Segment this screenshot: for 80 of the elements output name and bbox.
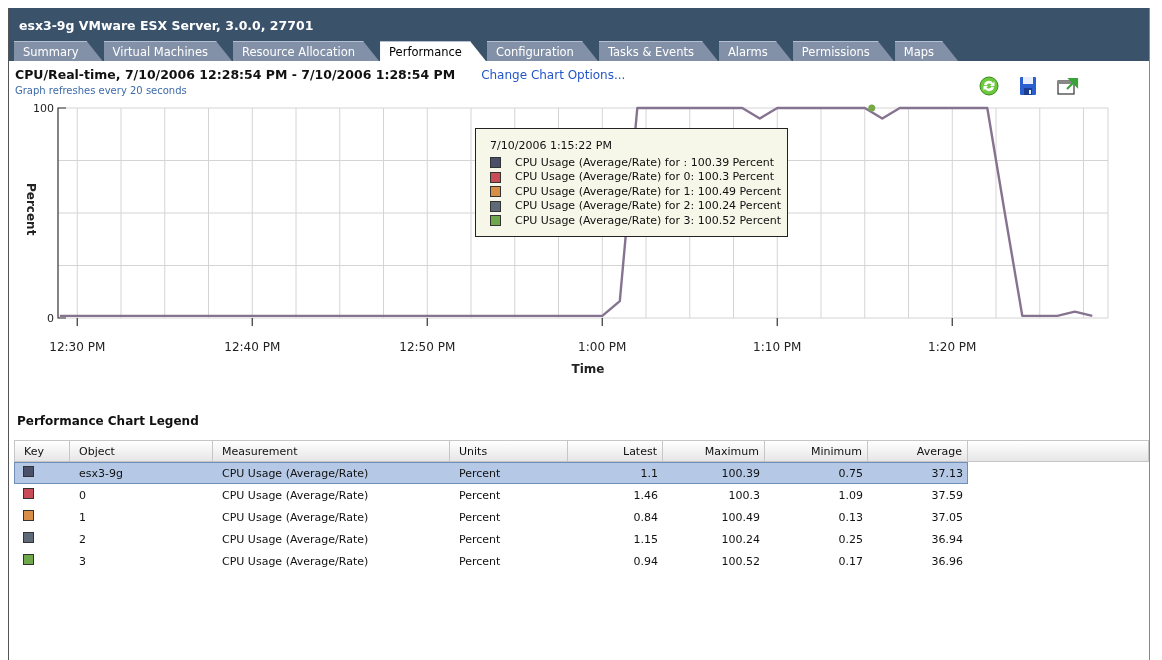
tooltip-text: CPU Usage (Average/Rate) for 3: 100.52 Percent: [515, 213, 781, 228]
hover-point: [868, 104, 876, 112]
column-header[interactable]: Units: [450, 440, 568, 462]
column-header[interactable]: Latest: [568, 440, 663, 462]
table-cell: 37.13: [931, 466, 963, 480]
table-cell: 100.39: [721, 466, 760, 480]
table-cell: 37.59: [931, 488, 963, 502]
table-cell: 36.96: [931, 554, 963, 568]
x-tick-label: 12:30 PM: [49, 340, 106, 354]
table-cell: 1.09: [838, 488, 863, 502]
column-header[interactable]: Measurement: [213, 440, 450, 462]
x-tick-label: 12:50 PM: [399, 340, 456, 354]
x-axis-title: Time: [571, 362, 605, 376]
table-cell: 0: [79, 488, 86, 502]
legend-row[interactable]: esx3-9g CPU Usage (Average/Rate) Percent 1.1 100.39 0.75 37.13: [14, 462, 968, 484]
tooltip-text: CPU Usage (Average/Rate) for : 100.39 Percent: [515, 155, 774, 170]
window-title: esx3-9g VMware ESX Server, 3.0.0, 27701: [18, 17, 315, 35]
table-cell: 36.94: [931, 532, 963, 546]
x-tick: [76, 317, 78, 327]
tooltip-time: 7/10/2006 1:15:22 PM: [490, 139, 613, 154]
y-tick-label: 100: [33, 102, 54, 115]
tab[interactable]: Performance: [380, 41, 486, 61]
y-tick-label: 0: [47, 312, 54, 325]
table-cell: CPU Usage (Average/Rate): [222, 466, 369, 480]
table-cell: CPU Usage (Average/Rate): [222, 532, 369, 546]
legend-row[interactable]: 2 CPU Usage (Average/Rate) Percent 1.15 100.24 0.25 36.94: [14, 528, 968, 550]
table-cell: 0.17: [838, 554, 863, 568]
legend-row[interactable]: 3 CPU Usage (Average/Rate) Percent 0.94 100.52 0.17 36.96: [14, 550, 968, 572]
table-cell: CPU Usage (Average/Rate): [222, 510, 369, 524]
legend-row[interactable]: 0 CPU Usage (Average/Rate) Percent 1.46 100.3 1.09 37.59: [14, 484, 968, 506]
table-cell: 0.84: [633, 510, 658, 524]
tooltip-text: CPU Usage (Average/Rate) for 1: 100.49 Percent: [515, 184, 781, 199]
change-options-link[interactable]: Change Chart Options...: [481, 68, 626, 82]
x-tick-label: 12:40 PM: [224, 340, 281, 354]
table-cell: 2: [79, 532, 86, 546]
table-cell: CPU Usage (Average/Rate): [222, 488, 369, 502]
table-cell: 100.24: [721, 532, 760, 546]
refresh-note: Graph refreshes every 20 seconds: [15, 85, 188, 96]
table-cell: CPU Usage (Average/Rate): [222, 554, 369, 568]
table-cell: 0.25: [838, 532, 863, 546]
table-cell: 100.3: [728, 488, 760, 502]
table-cell: 37.05: [931, 510, 963, 524]
save-icon[interactable]: [1019, 75, 1037, 96]
x-tick: [951, 317, 953, 327]
table-cell: 0.13: [838, 510, 863, 524]
table-cell: Percent: [459, 488, 501, 502]
tooltip-text: CPU Usage (Average/Rate) for 2: 100.24 Percent: [515, 199, 781, 214]
tooltip-text: CPU Usage (Average/Rate) for 0: 100.3 Percent: [515, 170, 774, 185]
x-tick-label: 1:10 PM: [753, 340, 802, 354]
table-cell: 1.15: [633, 532, 658, 546]
column-header[interactable]: Average: [868, 440, 968, 462]
x-tick-label: 1:00 PM: [578, 340, 627, 354]
legend-row[interactable]: 1 CPU Usage (Average/Rate) Percent 0.84 100.49 0.13 37.05: [14, 506, 968, 528]
x-tick: [601, 317, 603, 327]
legend-title: Performance Chart Legend: [16, 413, 200, 430]
x-tick: [251, 317, 253, 327]
table-cell: 100.52: [721, 554, 760, 568]
table-cell: 0.75: [838, 466, 863, 480]
table-cell: 3: [79, 554, 86, 568]
x-tick: [776, 317, 778, 327]
column-header[interactable]: Object: [70, 440, 213, 462]
table-cell: Percent: [459, 554, 501, 568]
column-header[interactable]: Maximum: [663, 440, 765, 462]
column-header[interactable]: Key: [14, 440, 70, 462]
table-cell: 100.49: [721, 510, 760, 524]
table-cell: esx3-9g: [79, 466, 123, 480]
table-cell: Percent: [459, 466, 501, 480]
column-header[interactable]: Minimum: [765, 440, 868, 462]
table-cell: 1.46: [633, 488, 658, 502]
x-tick-label: 1:20 PM: [928, 340, 977, 354]
refresh-icon[interactable]: [979, 75, 999, 96]
window-arrow-icon[interactable]: [1057, 75, 1079, 96]
chart-title: CPU/Real-time, 7/10/2006 12:28:54 PM - 7/10/2006 1:28:54 PM: [15, 67, 456, 82]
table-cell: Percent: [459, 510, 501, 524]
table-cell: 1.1: [640, 466, 658, 480]
x-tick: [426, 317, 428, 327]
table-cell: 1: [79, 510, 86, 524]
table-cell: 0.94: [633, 554, 658, 568]
table-cell: Percent: [459, 532, 501, 546]
y-axis-title: Percent: [24, 183, 38, 236]
